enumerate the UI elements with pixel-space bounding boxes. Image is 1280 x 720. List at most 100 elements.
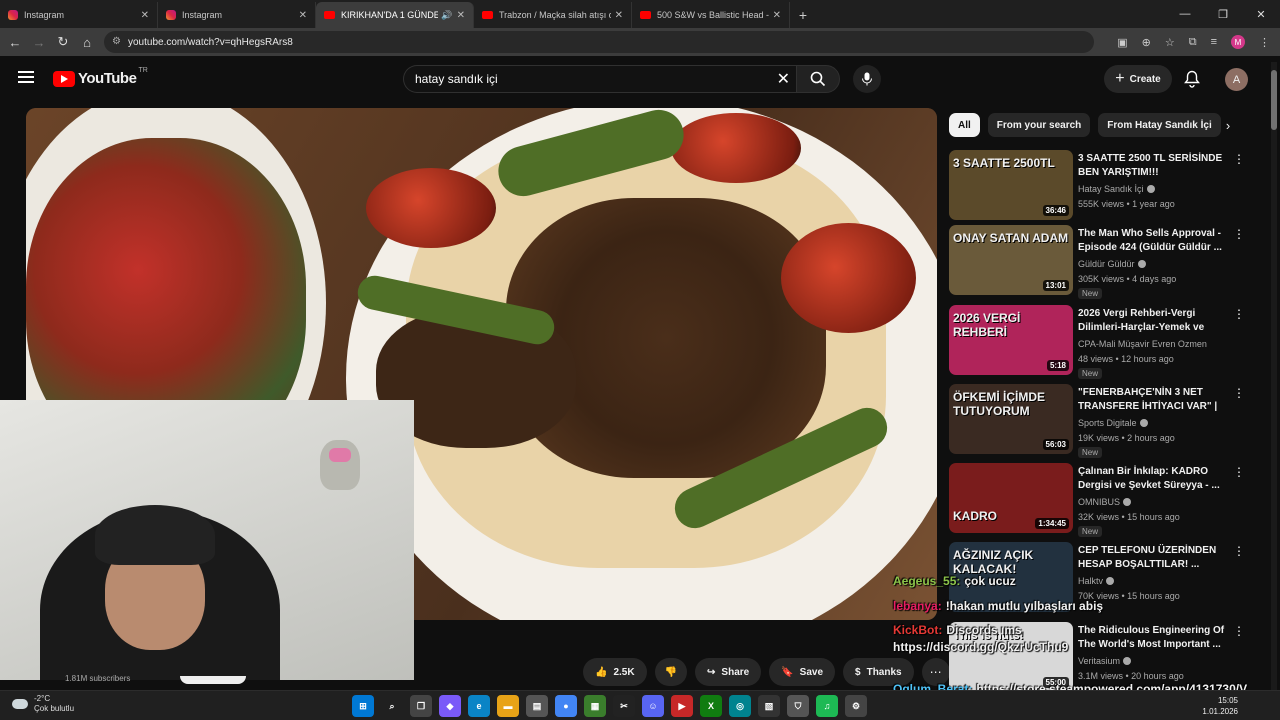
minimize-icon[interactable]: —	[1166, 0, 1204, 28]
clear-search-icon[interactable]: ✕	[777, 69, 790, 89]
browser-profile-avatar[interactable]: M	[1231, 35, 1245, 49]
account-avatar[interactable]: A	[1225, 68, 1248, 91]
search-button[interactable]	[796, 65, 840, 93]
close-window-icon[interactable]: ✕	[1242, 0, 1280, 28]
page-scrollbar[interactable]	[1271, 62, 1277, 694]
browser-tab[interactable]: Instagram ✕	[158, 2, 316, 28]
create-button[interactable]: + Create	[1104, 65, 1172, 93]
more-options-icon[interactable]: ⋮	[1233, 544, 1245, 558]
home-icon[interactable]: ⌂	[75, 35, 99, 50]
task-view-icon[interactable]: ❐	[410, 695, 432, 717]
app-icon[interactable]: ▧	[758, 695, 780, 717]
steam-icon[interactable]: ⚙	[845, 695, 867, 717]
cast-icon[interactable]: ▣	[1117, 36, 1127, 49]
close-tab-icon[interactable]: ✕	[299, 10, 307, 21]
video-title[interactable]: CEP TELEFONU ÜZERİNDEN HESAP BOŞALTTILAR…	[1078, 544, 1228, 572]
more-options-icon[interactable]: ⋮	[1233, 386, 1245, 400]
more-options-icon[interactable]: ⋮	[1233, 307, 1245, 321]
channel-name[interactable]: CPA-Mali Müşavir Evren Ozmen	[1078, 339, 1207, 349]
video-title[interactable]: The Man Who Sells Approval - Episode 424…	[1078, 227, 1228, 255]
video-thumbnail[interactable]: KADRO 1:34:45	[949, 463, 1073, 533]
browser-tab[interactable]: Instagram ✕	[0, 2, 158, 28]
spotify-icon[interactable]: ♫	[816, 695, 838, 717]
video-title[interactable]: Çalınan Bir İnkılap: KADRO Dergisi ve Şe…	[1078, 465, 1228, 493]
edge-icon[interactable]: e	[468, 695, 490, 717]
channel-name[interactable]: Güldür Güldür	[1078, 259, 1135, 269]
copilot-icon[interactable]: ◆	[439, 695, 461, 717]
close-tab-icon[interactable]: ✕	[141, 10, 149, 21]
video-title[interactable]: The Ridiculous Engineering Of The World'…	[1078, 624, 1228, 652]
scrollbar-thumb[interactable]	[1271, 70, 1277, 130]
weather-widget[interactable]: -2°C Çok bulutlu	[12, 694, 74, 714]
video-title[interactable]: "FENERBAHÇE'NİN 3 NET TRANSFERE İHTİYACI…	[1078, 386, 1228, 414]
video-thumbnail[interactable]: 3 SAATTE 2500TL 36:46	[949, 150, 1073, 220]
bookmark-star-icon[interactable]: ☆	[1165, 36, 1175, 49]
address-bar[interactable]: ⚙ youtube.com/watch?v=qhHegsRArs8	[104, 31, 1094, 53]
more-options-icon[interactable]: ⋮	[1233, 152, 1245, 166]
search-icon[interactable]: ⌕	[381, 695, 403, 717]
more-options-icon[interactable]: ⋮	[1233, 227, 1245, 241]
media-control-icon[interactable]: ≡	[1211, 36, 1217, 48]
like-count: 2.5K	[613, 666, 635, 678]
audio-playing-icon[interactable]: 🔊	[441, 10, 452, 21]
browser-tab[interactable]: 500 S&W vs Ballistic Head - You ✕	[632, 2, 790, 28]
file-explorer-icon[interactable]: ▬	[497, 695, 519, 717]
browser-tab-active[interactable]: KIRIKHAN'DA 1 GÜNDE NE 🔊 ✕	[316, 2, 474, 28]
capcut-icon[interactable]: ✂	[613, 695, 635, 717]
like-button[interactable]: 👍 2.5K	[583, 658, 647, 686]
discord-icon[interactable]: ☺	[642, 695, 664, 717]
store-icon[interactable]: ▤	[526, 695, 548, 717]
notifications-button[interactable]	[1184, 70, 1200, 93]
channel-name[interactable]: Sports Digitale	[1078, 418, 1137, 428]
search-input[interactable]: hatay sandık içi ✕	[403, 65, 796, 93]
video-thumbnail[interactable]: ONAY SATAN ADAM 13:01	[949, 225, 1073, 295]
channel-name[interactable]: Halktv	[1078, 576, 1103, 586]
recommendation-item[interactable]: ÖFKEMİ İÇİMDE TUTUYORUM 56:03 "FENERBAHÇE'…	[949, 384, 1249, 458]
browser-menu-icon[interactable]: ⋮	[1259, 36, 1270, 49]
chrome-icon[interactable]: ●	[555, 695, 577, 717]
back-icon[interactable]: ←	[3, 35, 27, 50]
recommendation-item[interactable]: 2026 VERGİ REHBERİ 5:18 2026 Vergi Rehberi…	[949, 305, 1249, 379]
channel-name[interactable]: OMNIBUS	[1078, 497, 1120, 507]
youtube-logo[interactable]: YouTube TR	[53, 67, 148, 87]
chevron-right-icon[interactable]: ›	[1216, 113, 1240, 137]
shield-icon[interactable]: ⛉	[787, 695, 809, 717]
app-icon[interactable]: ◎	[729, 695, 751, 717]
video-thumbnail[interactable]: ÖFKEMİ İÇİMDE TUTUYORUM 56:03	[949, 384, 1073, 454]
browser-tab[interactable]: Trabzon / Maçka silah atışı dağ ✕	[474, 2, 632, 28]
forward-icon[interactable]: →	[27, 35, 51, 50]
voice-search-button[interactable]	[853, 65, 881, 93]
channel-name[interactable]: Hatay Sandık İçi	[1078, 184, 1144, 194]
recommendation-item[interactable]: ONAY SATAN ADAM 13:01 The Man Who Sells Ap…	[949, 225, 1249, 299]
video-title[interactable]: 3 SAATTE 2500 TL SERİSİNDE BEN YARIŞTIM!…	[1078, 152, 1228, 180]
site-info-icon[interactable]: ⚙	[112, 36, 121, 47]
restore-icon[interactable]: ❐	[1204, 0, 1242, 28]
app-icon[interactable]: ▶	[671, 695, 693, 717]
chip-from-channel[interactable]: From Hatay Sandık İçi	[1098, 113, 1221, 137]
subscribe-button[interactable]	[180, 676, 246, 684]
extensions-icon[interactable]: ⧉	[1189, 36, 1197, 49]
more-options-icon[interactable]: ⋮	[1233, 624, 1245, 638]
chip-from-search[interactable]: From your search	[987, 113, 1091, 137]
reload-icon[interactable]: ↻	[51, 34, 75, 50]
minecraft-icon[interactable]: ▦	[584, 695, 606, 717]
video-thumbnail[interactable]: 2026 VERGİ REHBERİ 5:18	[949, 305, 1073, 375]
zoom-icon[interactable]: ⊕	[1142, 36, 1151, 49]
recommendation-item[interactable]: 3 SAATTE 2500TL 36:46 3 SAATTE 2500 TL SER…	[949, 150, 1249, 222]
close-tab-icon[interactable]: ✕	[457, 10, 465, 21]
menu-icon[interactable]	[18, 71, 34, 86]
start-icon[interactable]: ⊞	[352, 695, 374, 717]
recommendation-item[interactable]: KADRO 1:34:45 Çalınan Bir İnkılap: KADRO D…	[949, 463, 1249, 537]
dislike-button[interactable]: 👎	[654, 658, 688, 686]
share-button[interactable]: ↪ Share	[695, 658, 762, 686]
system-clock[interactable]: 15:05 1.01.2026	[1202, 695, 1238, 717]
new-tab-button[interactable]: +	[790, 2, 816, 28]
close-tab-icon[interactable]: ✕	[615, 10, 623, 21]
more-options-icon[interactable]: ⋮	[1233, 465, 1245, 479]
video-title[interactable]: 2026 Vergi Rehberi-Vergi Dilimleri-Harçl…	[1078, 307, 1228, 335]
channel-name[interactable]: Veritasium	[1078, 656, 1120, 666]
chip-all[interactable]: All	[949, 113, 980, 137]
save-button[interactable]: 🔖 Save	[769, 658, 836, 686]
close-tab-icon[interactable]: ✕	[773, 10, 781, 21]
xbox-icon[interactable]: X	[700, 695, 722, 717]
